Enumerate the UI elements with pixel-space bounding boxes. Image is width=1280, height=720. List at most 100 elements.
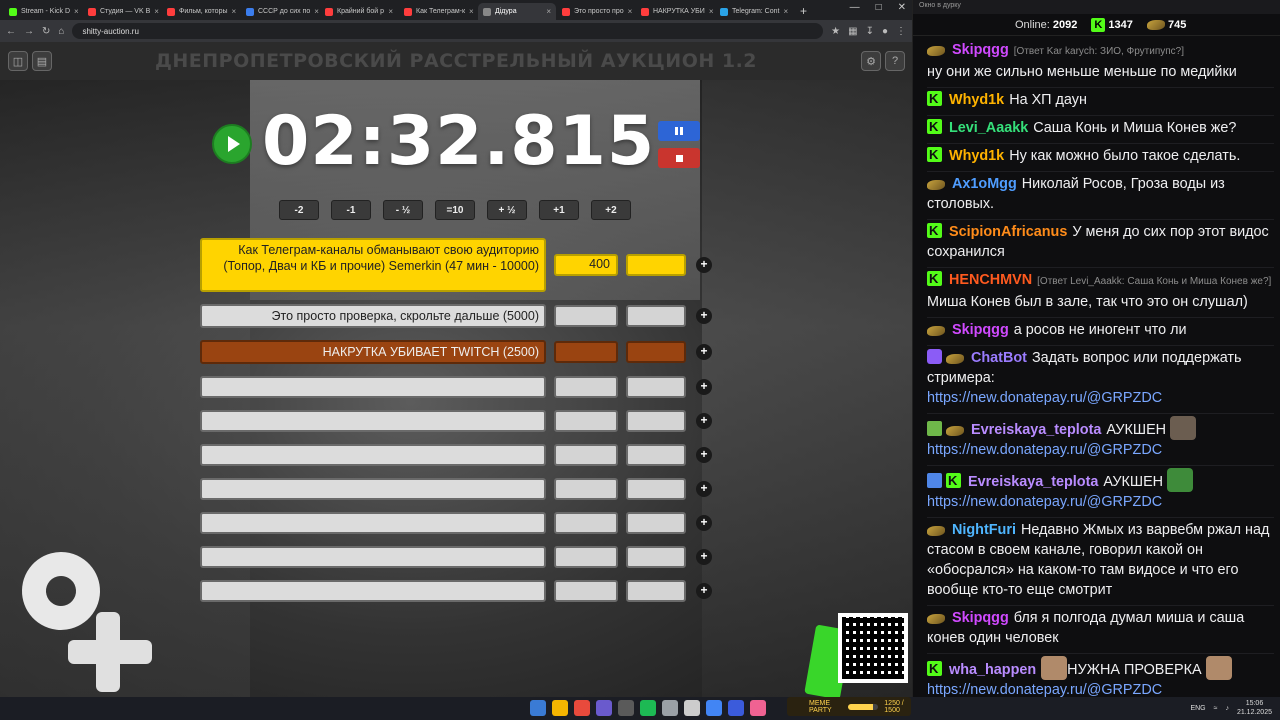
sidebar-toggle-icon[interactable]: ◫ (8, 51, 28, 71)
timer-adjust-button[interactable]: -2 (279, 200, 319, 220)
chat-username[interactable]: ChatBot (971, 350, 1027, 366)
lot-amount-field[interactable] (554, 478, 618, 500)
chat-username[interactable]: ScipionAfricanus (949, 224, 1067, 240)
pause-button[interactable] (658, 121, 700, 141)
menu-icon[interactable]: ⋮ (896, 26, 906, 37)
taskbar-app-icon[interactable] (728, 700, 744, 716)
tab-close-icon[interactable]: × (709, 7, 714, 16)
browser-tab[interactable]: Как Телеграм-к × (399, 3, 477, 20)
reload-icon[interactable]: ↻ (42, 26, 50, 37)
back-icon[interactable]: ← (6, 26, 16, 37)
browser-tab[interactable]: Это просто про × (557, 3, 635, 20)
stop-button[interactable] (658, 148, 700, 168)
save-icon[interactable]: ▤ (32, 51, 52, 71)
lot-add-amount-field[interactable] (626, 254, 686, 276)
lot-add-amount-field[interactable] (626, 478, 686, 500)
lot-amount-field[interactable] (554, 580, 618, 602)
bookmark-star-icon[interactable]: ★ (831, 26, 840, 37)
wifi-icon[interactable]: ≈ (1214, 705, 1218, 712)
taskbar-app-icon[interactable] (574, 700, 590, 716)
tab-close-icon[interactable]: × (388, 7, 393, 16)
lot-amount-field[interactable] (554, 305, 618, 327)
lot-add-button[interactable]: + (696, 344, 712, 360)
chat-link[interactable]: https://new.donatepay.ru/@GRPZDC (927, 442, 1162, 458)
browser-tab[interactable]: Фильм, которы × (162, 3, 240, 20)
tab-close-icon[interactable]: × (314, 7, 319, 16)
lot-name-field[interactable]: НАКРУТКА УБИВАЕТ TWITCH (2500) (200, 340, 546, 364)
lot-name-field[interactable] (200, 512, 546, 534)
timer-adjust-button[interactable]: -1 (331, 200, 371, 220)
language-indicator[interactable]: ENG (1190, 705, 1205, 712)
forward-icon[interactable]: → (24, 26, 34, 37)
taskbar-app-icon[interactable] (596, 700, 612, 716)
timer-adjust-button[interactable]: +2 (591, 200, 631, 220)
close-button[interactable]: ✕ (898, 2, 906, 13)
lot-add-button[interactable]: + (696, 481, 712, 497)
lot-add-button[interactable]: + (696, 515, 712, 531)
chat-link[interactable]: https://new.donatepay.ru/@GRPZDC (927, 682, 1162, 698)
timer-adjust-button[interactable]: + ½ (487, 200, 527, 220)
browser-tab[interactable]: СССР до сих по × (241, 3, 319, 20)
volume-icon[interactable]: ♪ (1225, 705, 1229, 712)
tab-close-icon[interactable]: × (74, 7, 79, 16)
browser-tab[interactable]: НАКРУТКА УБИ × (636, 3, 714, 20)
tab-close-icon[interactable]: × (232, 7, 237, 16)
chat-username[interactable]: Levi_Aaakk (949, 120, 1028, 136)
new-tab-button[interactable]: + (794, 3, 813, 20)
lot-add-button[interactable]: + (696, 583, 712, 599)
lot-add-button[interactable]: + (696, 308, 712, 324)
tab-close-icon[interactable]: × (154, 7, 159, 16)
chat-username[interactable]: Evreiskaya_teplota (971, 422, 1101, 438)
lot-amount-field[interactable] (554, 410, 618, 432)
lot-name-field[interactable] (200, 478, 546, 500)
browser-tab[interactable]: Студия — VK В × (83, 3, 161, 20)
lot-name-field[interactable]: Как Телеграм-каналы обманывают свою ауди… (200, 238, 546, 292)
chat-username[interactable]: Whyd1k (949, 148, 1004, 164)
chat-username[interactable]: NightFuri (952, 522, 1016, 538)
taskbar-app-icon[interactable] (618, 700, 634, 716)
minimize-button[interactable]: — (850, 2, 860, 13)
taskbar-app-icon[interactable] (662, 700, 678, 716)
tab-close-icon[interactable]: × (783, 7, 788, 16)
lot-amount-field[interactable] (554, 341, 618, 363)
lot-add-amount-field[interactable] (626, 546, 686, 568)
help-icon[interactable]: ? (885, 51, 905, 71)
lot-add-button[interactable]: + (696, 549, 712, 565)
browser-tab[interactable]: Дідура × (478, 3, 556, 20)
browser-tab[interactable]: Крайний бой р × (320, 3, 398, 20)
lot-add-amount-field[interactable] (626, 444, 686, 466)
lot-add-amount-field[interactable] (626, 341, 686, 363)
chat-username[interactable]: Skipqgg (952, 610, 1009, 626)
chat-link[interactable]: https://new.donatepay.ru/@GRPZDC (927, 390, 1162, 406)
taskbar-app-icon[interactable] (684, 700, 700, 716)
lot-name-field[interactable]: Это просто проверка, скрольте дальше (50… (200, 304, 546, 328)
lot-add-button[interactable]: + (696, 413, 712, 429)
profile-icon[interactable]: ● (882, 26, 888, 37)
timer-adjust-button[interactable]: +1 (539, 200, 579, 220)
settings-gear-icon[interactable]: ⚙ (861, 51, 881, 71)
lot-add-amount-field[interactable] (626, 376, 686, 398)
lot-add-amount-field[interactable] (626, 305, 686, 327)
taskbar-app-icon[interactable] (706, 700, 722, 716)
url-field[interactable]: shitty-auction.ru (72, 23, 824, 39)
tab-close-icon[interactable]: × (628, 7, 633, 16)
chat-username[interactable]: wha_happen (949, 662, 1036, 678)
chat-username[interactable]: Evreiskaya_teplota (968, 474, 1098, 490)
home-icon[interactable]: ⌂ (58, 26, 64, 37)
tab-close-icon[interactable]: × (469, 7, 474, 16)
taskbar-app-icon[interactable] (552, 700, 568, 716)
lot-add-amount-field[interactable] (626, 512, 686, 534)
chat-link[interactable]: https://new.donatepay.ru/@GRPZDC (927, 494, 1162, 510)
lot-amount-field[interactable] (554, 376, 618, 398)
timer-adjust-button[interactable]: =10 (435, 200, 475, 220)
lot-add-button[interactable]: + (696, 379, 712, 395)
chat-username[interactable]: Skipqgg (952, 322, 1009, 338)
browser-tab[interactable]: Stream - Kick D × (4, 3, 82, 20)
timer-adjust-button[interactable]: - ½ (383, 200, 423, 220)
chat-username[interactable]: HENCHMVN (949, 272, 1032, 288)
chat-username[interactable]: Skipqgg (952, 42, 1009, 58)
lot-name-field[interactable] (200, 444, 546, 466)
browser-tab[interactable]: Telegram: Cont × (715, 3, 793, 20)
lot-amount-field[interactable] (554, 512, 618, 534)
clock[interactable]: 15:06 21.12.2025 (1237, 699, 1272, 717)
